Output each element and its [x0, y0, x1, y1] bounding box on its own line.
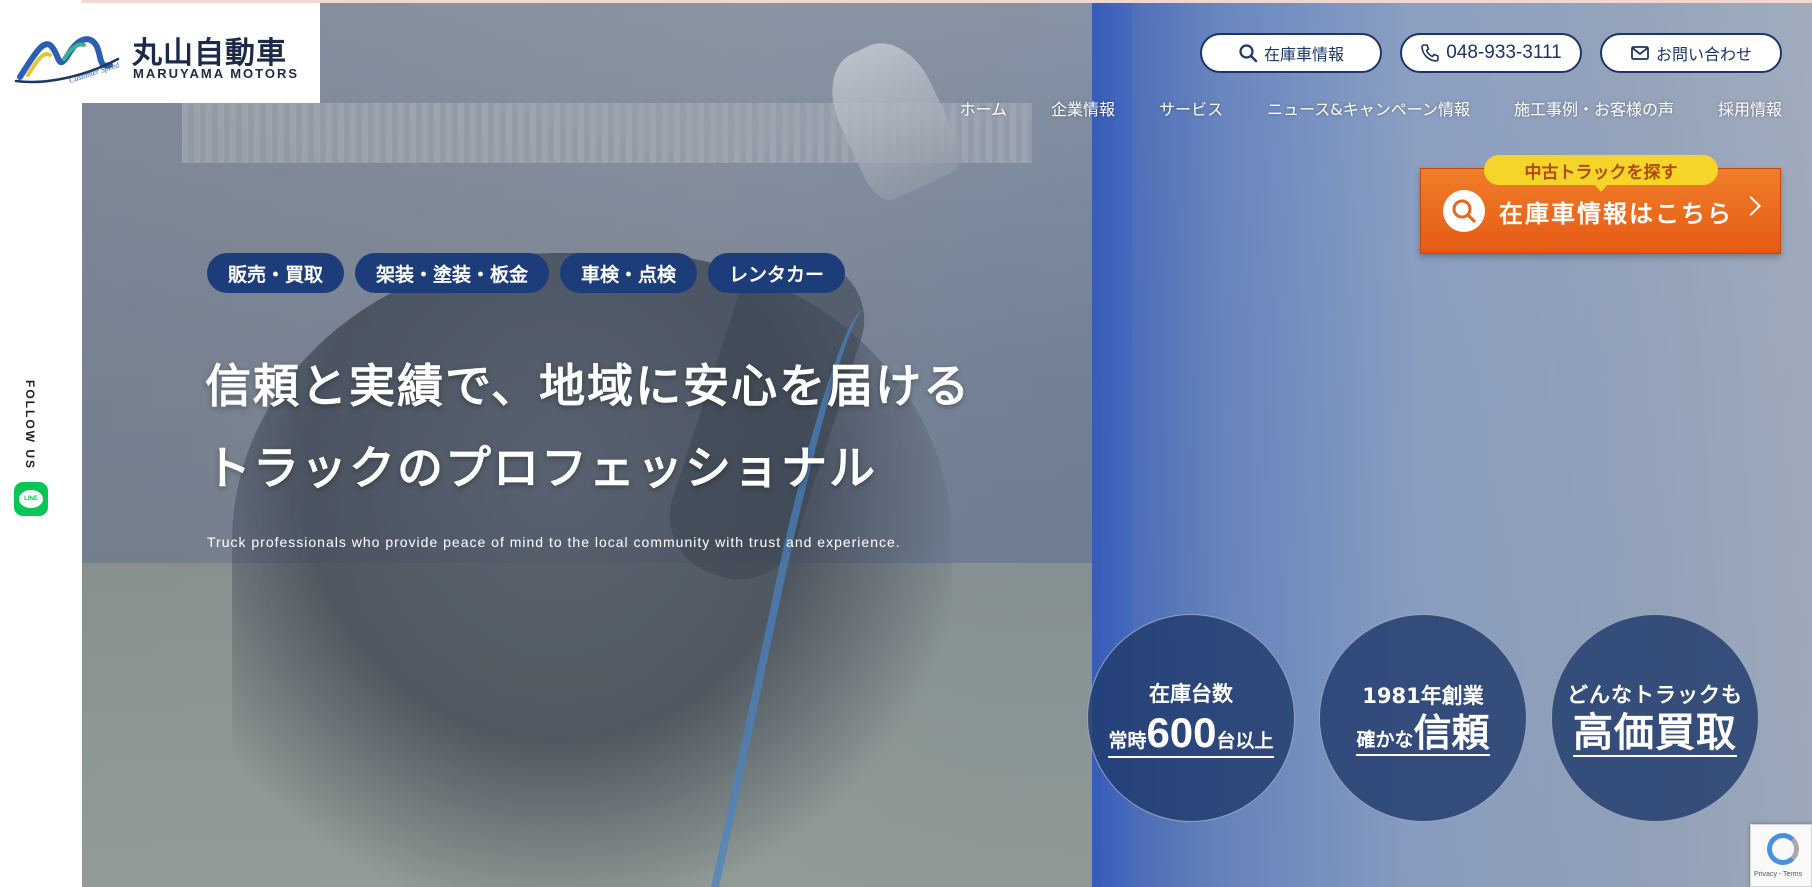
service-tags: 販売・買取 架装・塗装・板金 車検・点検 レンタカー — [207, 253, 846, 293]
cta-search-icon — [1443, 190, 1485, 232]
line-bubble: LINE — [19, 490, 43, 508]
badge-buyback-title: どんなトラックも — [1567, 683, 1743, 707]
mail-icon — [1631, 46, 1649, 60]
service-tag-rental[interactable]: レンタカー — [708, 253, 846, 293]
hero-headline-line1: 信頼と実績で、地域に安心を届ける — [205, 359, 972, 413]
contact-button[interactable]: お問い合わせ — [1600, 33, 1782, 73]
badge-stock-post: 台以上 — [1216, 730, 1274, 752]
recaptcha-badge[interactable]: Privacy - Terms — [1750, 824, 1812, 887]
badge-stock-number: 600 — [1146, 709, 1217, 756]
stock-info-button[interactable]: 在庫車情報 — [1200, 33, 1382, 73]
contact-label: お問い合わせ — [1655, 45, 1752, 64]
badge-founded-big: 信頼 — [1413, 711, 1490, 755]
recaptcha-text: Privacy - Terms — [1754, 871, 1803, 878]
logo-mark-icon: Customer Speed — [14, 36, 121, 85]
nav-item-service[interactable]: サービス — [1159, 96, 1223, 120]
left-rail: FOLLOW US LINE — [0, 0, 82, 887]
nav-item-home[interactable]: ホーム — [960, 96, 1008, 120]
badge-buyback-big: 高価買取 — [1573, 710, 1737, 756]
hero-headline: 信頼と実績で、地域に安心を届ける トラックのプロフェッショナル — [205, 345, 971, 509]
badge-founded: 1981年創業 確かな 信頼 — [1319, 614, 1527, 822]
service-tag-bodywork[interactable]: 架装・塗装・板金 — [355, 253, 550, 293]
badge-stock-pre: 常時 — [1108, 730, 1147, 752]
chevron-right-icon — [1741, 196, 1761, 216]
badge-founded-pre: 確かな — [1356, 729, 1414, 751]
badge-buyback: どんなトラックも 高価買取 — [1551, 614, 1759, 822]
follow-us-text: FOLLOW US — [23, 380, 37, 470]
nav-item-recruit[interactable]: 採用情報 — [1718, 96, 1782, 120]
service-tag-inspection[interactable]: 車検・点検 — [560, 253, 698, 293]
cta-tag: 中古トラックを探す — [1484, 155, 1718, 192]
nav-item-news[interactable]: ニュース&キャンペーン情報 — [1267, 96, 1470, 120]
line-icon[interactable]: LINE — [14, 482, 48, 516]
nav-item-company[interactable]: 企業情報 — [1051, 96, 1115, 120]
logo-tagline: Customer Speed — [68, 60, 121, 85]
badge-founded-title: 1981年創業 — [1362, 684, 1484, 708]
cta-label: 在庫車情報はこちら — [1499, 199, 1733, 228]
nav-item-cases[interactable]: 施工事例・お客様の声 — [1514, 96, 1674, 120]
phone-number: 048-933-3111 — [1446, 42, 1562, 63]
main-nav: ホーム 企業情報 サービス ニュース&キャンペーン情報 施工事例・お客様の声 採… — [960, 96, 1782, 120]
recaptcha-icon — [1767, 833, 1799, 865]
badge-stock: 在庫台数 常時 600 台以上 — [1087, 614, 1295, 822]
hero-subline: Truck professionals who provide peace of… — [207, 534, 901, 550]
stock-info-label: 在庫車情報 — [1263, 45, 1344, 64]
badge-founded-value: 確かな 信頼 — [1356, 711, 1490, 756]
logo-subtitle: MARUYAMA MOTORS — [133, 66, 300, 81]
badge-stock-value: 常時 600 台以上 — [1108, 709, 1274, 758]
phone-icon — [1421, 44, 1440, 62]
badge-stock-title: 在庫台数 — [1149, 682, 1233, 706]
search-icon — [1239, 44, 1258, 63]
hero-headline-line2: トラックのプロフェッショナル — [205, 441, 877, 495]
logo[interactable]: Customer Speed 丸山自動車 MARUYAMA MOTORS — [0, 3, 320, 103]
follow-us-label: FOLLOW US — [19, 380, 41, 470]
badge-buyback-value: 高価買取 — [1573, 713, 1737, 757]
service-tag-sales[interactable]: 販売・買取 — [207, 253, 345, 293]
phone-button[interactable]: 048-933-3111 — [1400, 33, 1582, 73]
